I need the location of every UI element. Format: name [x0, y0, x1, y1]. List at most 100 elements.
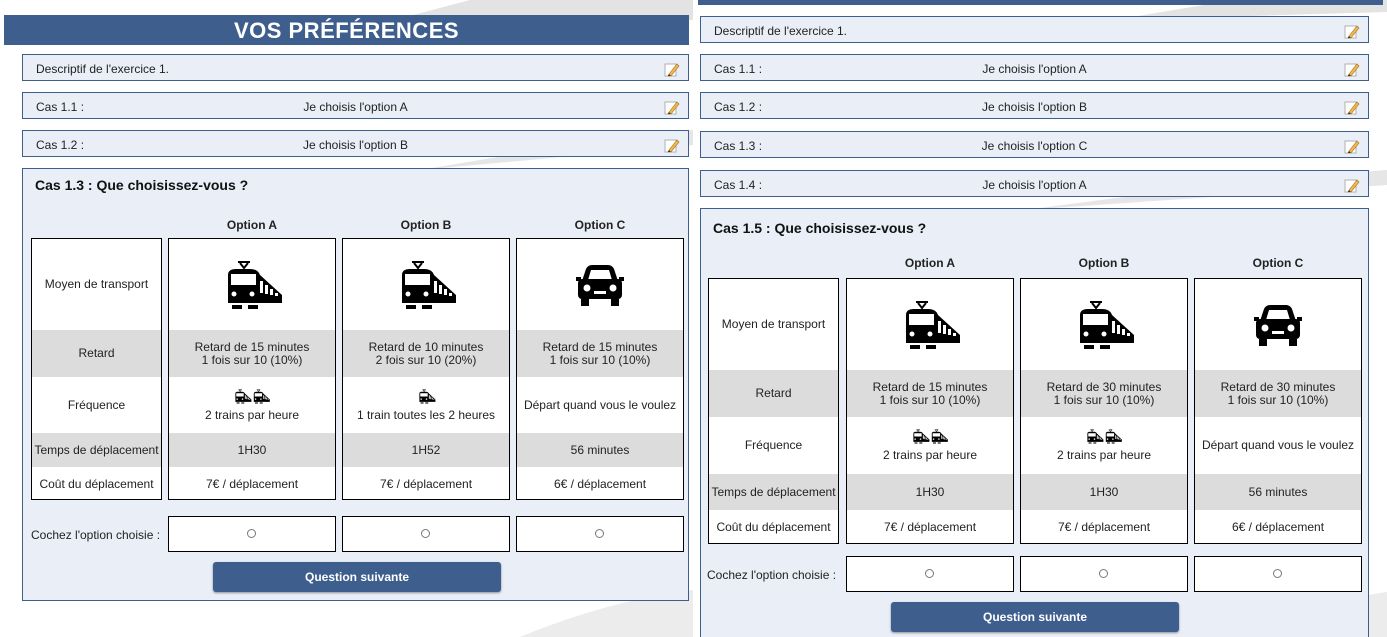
temps-cell: 56 minutes [517, 433, 683, 467]
label-temps: Temps de déplacement [709, 474, 838, 510]
retard-cell: Retard de 10 minutes 2 fois sur 10 (20%) [343, 330, 509, 377]
cout-cell: 7€ / déplacement [379, 476, 473, 491]
cout-cell: 6€ / déplacement [1231, 520, 1325, 534]
train-icon [1072, 301, 1136, 349]
option-b-radio-cell[interactable] [342, 516, 510, 552]
row-labels-column: Moyen de transport Retard Fréquence Temp… [31, 238, 162, 500]
retard-cell: Retard de 15 minutes 1 fois sur 10 (10%) [517, 330, 683, 377]
frequence-cell: Départ quand vous le voulez [1201, 438, 1355, 452]
row-cas-1-2[interactable]: Cas 1.2 : Je choisis l'option B [22, 130, 689, 157]
row-cas-1-3[interactable]: Cas 1.3 : Je choisis l'option C [700, 131, 1369, 158]
pencil-edit-icon[interactable] [1344, 177, 1360, 193]
radio-button[interactable] [925, 569, 934, 578]
row-answer: Je choisis l'option A [303, 100, 408, 114]
row-answer: Je choisis l'option B [302, 138, 408, 152]
row-answer: Je choisis l'option C [981, 139, 1088, 153]
label-transport: Moyen de transport [721, 317, 826, 331]
pencil-edit-icon[interactable] [1344, 23, 1360, 39]
label-temps: Temps de déplacement [32, 433, 161, 467]
radio-button[interactable] [1273, 569, 1282, 578]
option-b-column: Retard de 30 minutes 1 fois sur 10 (10%) … [1020, 278, 1188, 544]
option-c-radio-cell[interactable] [516, 516, 684, 552]
car-icon [1254, 303, 1302, 347]
option-a-header: Option A [904, 256, 956, 270]
option-b-header: Option B [1078, 256, 1130, 270]
retard-cell: Retard de 15 minutes 1 fois sur 10 (10%) [169, 330, 335, 377]
check-label: Cochez l'option choisie : [707, 568, 837, 582]
option-a-header: Option A [226, 218, 278, 232]
car-icon [576, 263, 624, 307]
option-b-column: Retard de 10 minutes 2 fois sur 10 (20%) … [342, 238, 510, 500]
frequence-cell: 2 trains par heure [1021, 417, 1187, 474]
option-c-column: Retard de 30 minutes 1 fois sur 10 (10%) … [1194, 278, 1362, 544]
question-box: Cas 1.3 : Que choisissez-vous ? Option A… [22, 168, 689, 601]
cout-cell: 7€ / déplacement [1057, 520, 1151, 534]
radio-button[interactable] [247, 529, 256, 538]
radio-button[interactable] [1099, 569, 1108, 578]
frequence-cell: 2 trains par heure [847, 417, 1013, 474]
left-screen: VOS PRÉFÉRENCES Descriptif de l'exercice… [0, 0, 693, 637]
train-icon [898, 301, 962, 349]
label-retard: Retard [32, 330, 161, 377]
question-title: Cas 1.3 : Que choisissez-vous ? [35, 177, 249, 193]
label-frequence: Fréquence [744, 438, 803, 452]
label-retard: Retard [709, 370, 838, 417]
option-a-column: Retard de 15 minutes 1 fois sur 10 (10%) … [846, 278, 1014, 544]
radio-button[interactable] [595, 529, 604, 538]
label-cout: Coût du déplacement [716, 520, 831, 534]
row-answer: Je choisis l'option B [981, 100, 1087, 114]
radio-button[interactable] [421, 529, 430, 538]
label-transport: Moyen de transport [44, 277, 149, 291]
row-cas-1-4[interactable]: Cas 1.4 : Je choisis l'option A [700, 170, 1369, 197]
one-train-icon [417, 389, 436, 404]
page-title: VOS PRÉFÉRENCES [4, 15, 689, 45]
pencil-edit-icon[interactable] [664, 99, 680, 115]
cout-cell: 7€ / déplacement [883, 520, 977, 534]
temps-cell: 1H30 [847, 474, 1013, 510]
option-a-column: Retard de 15 minutes 1 fois sur 10 (10%) … [168, 238, 336, 500]
cout-cell: 6€ / déplacement [553, 476, 647, 491]
temps-cell: 1H52 [343, 433, 509, 467]
next-question-button[interactable]: Question suivante [891, 602, 1179, 632]
row-label: Descriptif de l'exercice 1. [714, 24, 848, 38]
pencil-edit-icon[interactable] [664, 61, 680, 77]
row-answer: Je choisis l'option A [982, 178, 1087, 192]
pencil-edit-icon[interactable] [1344, 99, 1360, 115]
frequence-cell: 1 train toutes les 2 heures [343, 377, 509, 433]
row-label: Descriptif de l'exercice 1. [36, 62, 170, 76]
right-screen: Descriptif de l'exercice 1. Cas 1.1 : Je… [694, 0, 1387, 637]
pencil-edit-icon[interactable] [1344, 138, 1360, 154]
option-a-radio-cell[interactable] [168, 516, 336, 552]
row-cas-1-1[interactable]: Cas 1.1 : Je choisis l'option A [22, 92, 689, 119]
option-c-radio-cell[interactable] [1194, 556, 1362, 592]
temps-cell: 1H30 [1021, 474, 1187, 510]
option-c-header: Option C [574, 218, 626, 232]
pencil-edit-icon[interactable] [664, 137, 680, 153]
retard-cell: Retard de 30 minutes 1 fois sur 10 (10%) [1021, 370, 1187, 417]
question-box: Cas 1.5 : Que choisissez-vous ? Option A… [700, 208, 1369, 637]
row-descriptif[interactable]: Descriptif de l'exercice 1. [22, 54, 689, 81]
row-cas-1-1[interactable]: Cas 1.1 : Je choisis l'option A [700, 54, 1369, 81]
train-icon [394, 261, 458, 309]
two-trains-icon [1087, 429, 1123, 444]
option-c-header: Option C [1252, 256, 1304, 270]
label-frequence: Fréquence [67, 397, 126, 412]
row-descriptif[interactable]: Descriptif de l'exercice 1. [700, 16, 1369, 43]
row-cas-1-2[interactable]: Cas 1.2 : Je choisis l'option B [700, 92, 1369, 119]
question-title: Cas 1.5 : Que choisissez-vous ? [713, 220, 927, 236]
temps-cell: 56 minutes [1195, 474, 1361, 510]
option-a-radio-cell[interactable] [846, 556, 1014, 592]
frequence-cell: Départ quand vous le voulez [523, 397, 677, 412]
frequence-cell: 2 trains par heure [169, 377, 335, 433]
option-c-column: Retard de 15 minutes 1 fois sur 10 (10%) … [516, 238, 684, 500]
next-question-button[interactable]: Question suivante [213, 562, 501, 592]
option-b-header: Option B [400, 218, 452, 232]
temps-cell: 1H30 [169, 433, 335, 467]
row-answer: Je choisis l'option A [982, 62, 1087, 76]
pencil-edit-icon[interactable] [1344, 61, 1360, 77]
option-b-radio-cell[interactable] [1020, 556, 1188, 592]
retard-cell: Retard de 15 minutes 1 fois sur 10 (10%) [847, 370, 1013, 417]
train-icon [220, 261, 284, 309]
top-strip [698, 0, 1383, 5]
two-trains-icon [235, 388, 271, 404]
